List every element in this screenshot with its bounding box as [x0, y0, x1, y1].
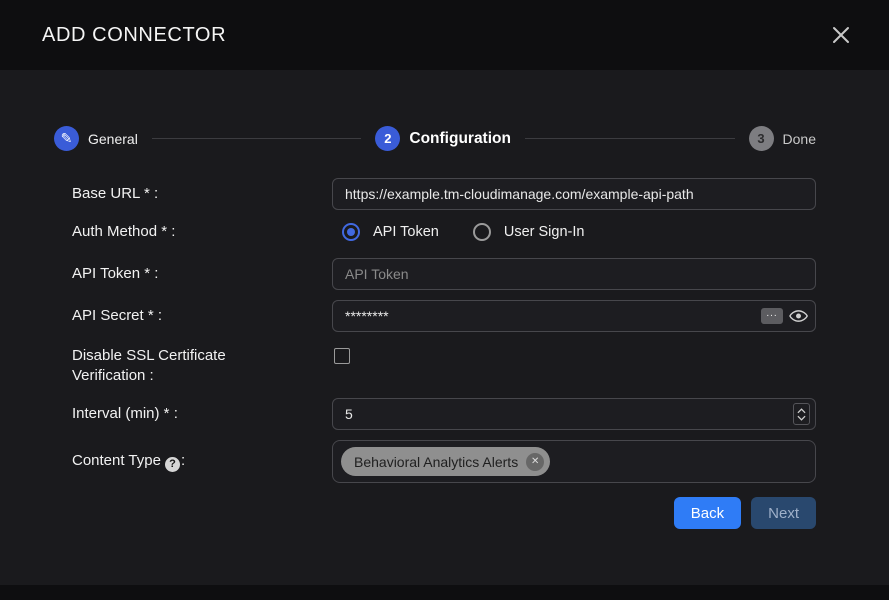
show-password-eye-icon[interactable] — [789, 309, 808, 323]
disable-ssl-checkbox[interactable] — [334, 348, 350, 364]
step-done: 3 Done — [749, 126, 816, 151]
page-background-strip — [0, 585, 889, 600]
content-type-colon: : — [181, 452, 185, 469]
stepper-divider — [525, 138, 735, 139]
auth-method-row: Auth Method * : API Token User Sign-In — [72, 222, 816, 242]
step-configuration[interactable]: 2 Configuration — [375, 126, 511, 151]
api-token-label: API Token * : — [72, 264, 332, 284]
help-icon[interactable]: ? — [165, 457, 180, 472]
base-url-row: Base URL * : — [72, 178, 816, 210]
auth-method-radio-group: API Token User Sign-In — [332, 223, 816, 241]
step-done-label: Done — [783, 131, 816, 147]
disable-ssl-label: Disable SSL Certificate Verification : — [72, 346, 332, 386]
next-button[interactable]: Next — [751, 497, 816, 529]
interval-input[interactable] — [332, 398, 816, 430]
dialog-actions: Back Next — [72, 497, 816, 529]
step-done-number: 3 — [749, 126, 774, 151]
more-options-icon[interactable]: ... — [761, 308, 783, 324]
step-configuration-number: 2 — [375, 126, 400, 151]
radio-user-signin[interactable]: User Sign-In — [473, 223, 585, 241]
api-token-input[interactable] — [332, 258, 816, 290]
radio-unselected-icon — [473, 223, 491, 241]
content-type-row: Content Type?: Behavioral Analytics Aler… — [72, 440, 816, 483]
radio-api-token[interactable]: API Token — [342, 223, 439, 241]
content-type-chip: Behavioral Analytics Alerts ✕ — [341, 447, 550, 476]
dialog-title: ADD CONNECTOR — [42, 24, 226, 47]
step-configuration-label: Configuration — [409, 130, 511, 148]
interval-label: Interval (min) * : — [72, 404, 332, 424]
api-secret-label: API Secret * : — [72, 306, 332, 326]
chip-remove-icon[interactable]: ✕ — [526, 453, 544, 471]
add-connector-dialog: ADD CONNECTOR ✎ General 2 Configuration … — [0, 0, 889, 600]
step-general-label: General — [88, 131, 138, 147]
back-button[interactable]: Back — [674, 497, 741, 529]
pencil-icon: ✎ — [54, 126, 79, 151]
content-type-label: Content Type?: — [72, 451, 332, 472]
stepper-divider — [152, 138, 362, 139]
api-secret-input[interactable] — [332, 300, 816, 332]
interval-row: Interval (min) * : — [72, 398, 816, 430]
base-url-label: Base URL * : — [72, 184, 332, 204]
number-stepper[interactable] — [793, 403, 810, 425]
radio-api-token-label: API Token — [373, 224, 439, 240]
base-url-input[interactable] — [332, 178, 816, 210]
step-general[interactable]: ✎ General — [54, 126, 138, 151]
content-type-label-text: Content Type — [72, 452, 161, 469]
content-type-input[interactable]: Behavioral Analytics Alerts ✕ — [332, 440, 816, 483]
close-icon[interactable] — [831, 25, 851, 45]
dialog-body: ✎ General 2 Configuration 3 Done Base UR… — [0, 70, 889, 585]
disable-ssl-row: Disable SSL Certificate Verification : — [72, 346, 816, 386]
auth-method-label: Auth Method * : — [72, 222, 332, 242]
radio-selected-icon — [342, 223, 360, 241]
dialog-header: ADD CONNECTOR — [0, 0, 889, 70]
api-token-row: API Token * : — [72, 258, 816, 290]
radio-user-signin-label: User Sign-In — [504, 224, 585, 240]
stepper: ✎ General 2 Configuration 3 Done — [54, 126, 816, 151]
chip-label: Behavioral Analytics Alerts — [354, 454, 518, 470]
api-secret-row: API Secret * : ... — [72, 300, 816, 332]
